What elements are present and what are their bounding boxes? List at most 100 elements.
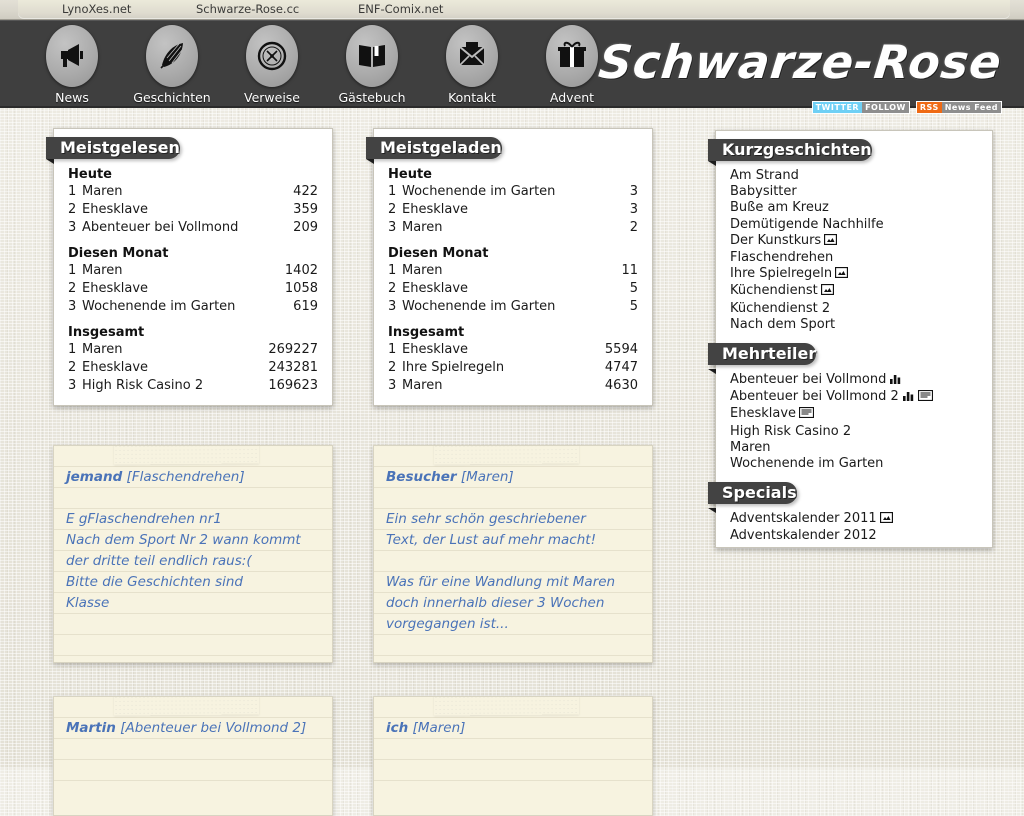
nav-label-news: News: [55, 90, 89, 105]
stat-name[interactable]: Maren: [82, 183, 293, 201]
stat-name[interactable]: Maren: [82, 341, 268, 359]
stat-row[interactable]: 3 Wochenende im Garten 5: [388, 298, 638, 316]
rss-badge-label: RSS: [916, 102, 942, 113]
stat-name[interactable]: Maren: [402, 377, 605, 395]
stat-row[interactable]: 3 Wochenende im Garten 619: [68, 298, 318, 316]
list-item-label: Flaschendrehen: [730, 250, 834, 266]
list-item[interactable]: Ehesklave: [730, 406, 978, 423]
nav-item-verweise[interactable]: Verweise: [222, 25, 322, 105]
stat-name[interactable]: Wochenende im Garten: [82, 298, 293, 316]
nav-item-geschichten[interactable]: Geschichten: [122, 25, 222, 105]
panel-meistgelesen: Meistgelesen Heute 1 Maren 422 2 Eheskla…: [46, 128, 333, 406]
tape-decoration: [113, 446, 260, 465]
stat-name[interactable]: Ehesklave: [82, 280, 285, 298]
comment-author: jemand: [66, 469, 123, 485]
list-item[interactable]: Adventskalender 2011: [730, 511, 978, 528]
comment-box-2: Besucher [Maren] Ein sehr schön geschrie…: [373, 445, 653, 663]
stat-row[interactable]: 1 Maren 1402: [68, 262, 318, 280]
stat-row[interactable]: 2 Ihre Spielregeln 4747: [388, 359, 638, 377]
text-document-icon: [798, 407, 815, 423]
top-link-enf-comix[interactable]: ENF-Comix.net: [358, 2, 443, 16]
stat-group-label: Heute: [68, 167, 112, 182]
comment-spacer: [374, 551, 652, 572]
list-item[interactable]: Küchendienst 2: [730, 301, 978, 317]
nav-item-news[interactable]: News: [22, 25, 122, 105]
comment-spacer: [374, 635, 652, 656]
stat-name[interactable]: Maren: [402, 219, 630, 237]
list-item-label: Abenteuer bei Vollmond 2: [730, 389, 899, 405]
stat-name[interactable]: Ehesklave: [82, 359, 268, 377]
list-item[interactable]: Ihre Spielregeln: [730, 266, 978, 283]
stat-row[interactable]: 1 Maren 11: [388, 262, 638, 280]
stat-row[interactable]: 2 Ehesklave 5: [388, 280, 638, 298]
list-item[interactable]: Wochenende im Garten: [730, 456, 978, 472]
stat-name[interactable]: Ehesklave: [402, 201, 630, 219]
panel-body-meistgelesen: Heute 1 Maren 422 2 Ehesklave 359 3 Aben…: [54, 159, 332, 405]
stat-name[interactable]: Ehesklave: [402, 280, 630, 298]
stat-value: 3: [629, 184, 638, 199]
open-book-icon: [346, 25, 398, 87]
stat-rank: 2: [388, 281, 397, 296]
stat-rank: 2: [68, 281, 77, 296]
list-item[interactable]: High Risk Casino 2: [730, 424, 978, 440]
list-item[interactable]: Küchendienst: [730, 283, 978, 300]
stat-rank: 1: [388, 184, 397, 199]
stat-value: 359: [293, 202, 318, 217]
stat-row[interactable]: 2 Ehesklave 3: [388, 201, 638, 219]
stat-row[interactable]: 3 Maren 4630: [388, 377, 638, 395]
list-item[interactable]: Maren: [730, 440, 978, 456]
twitter-follow-badge[interactable]: TWITTER FOLLOW: [811, 101, 910, 114]
stat-rank: 3: [68, 299, 77, 314]
list-item[interactable]: Flaschendrehen: [730, 250, 978, 266]
comment-author-line[interactable]: Martin [Abenteuer bei Vollmond 2]: [54, 718, 332, 739]
compass-icon: [246, 25, 298, 87]
panel-title-meistgeladen: Meistgeladen: [366, 137, 502, 159]
list-item[interactable]: Demütigende Nachhilfe: [730, 217, 978, 233]
follow-badge-label: FOLLOW: [862, 102, 909, 113]
picture-icon: [835, 267, 849, 283]
list-item[interactable]: Abenteuer bei Vollmond 2: [730, 389, 978, 406]
top-link-schwarze-rose[interactable]: Schwarze-Rose.cc: [196, 2, 299, 16]
stat-name[interactable]: Wochenende im Garten: [402, 183, 630, 201]
stat-row[interactable]: 1 Wochenende im Garten 3: [388, 183, 638, 201]
rss-newsfeed-badge[interactable]: RSS News Feed: [915, 101, 1002, 114]
stat-row[interactable]: 1 Ehesklave 5594: [388, 341, 638, 359]
list-item[interactable]: Abenteuer bei Vollmond: [730, 372, 978, 389]
list-item[interactable]: Babysitter: [730, 184, 978, 200]
stat-group-diesen-monat: Diesen Monat 1 Maren 11 2 Ehesklave 5 3 …: [388, 246, 638, 316]
comment-text-line: der dritte teil endlich raus:(: [54, 551, 332, 572]
nav-item-gaestebuch[interactable]: Gästebuch: [322, 25, 422, 105]
list-item[interactable]: Adventskalender 2012: [730, 528, 978, 544]
comment-author-line[interactable]: jemand [Flaschendrehen]: [54, 467, 332, 488]
stat-rank: 2: [388, 202, 397, 217]
main-navigation: News Geschichten Verweise Gästebuch Kont…: [22, 25, 622, 105]
stat-group-insgesamt: Insgesamt 1 Ehesklave 5594 2 Ihre Spielr…: [388, 325, 638, 395]
stat-row[interactable]: 3 Maren 2: [388, 219, 638, 237]
stat-name[interactable]: Ihre Spielregeln: [402, 359, 605, 377]
comment-author-line[interactable]: ich [Maren]: [374, 718, 652, 739]
stat-row[interactable]: 2 Ehesklave 1058: [68, 280, 318, 298]
stat-name[interactable]: Maren: [82, 262, 285, 280]
comment-author-line[interactable]: Besucher [Maren]: [374, 467, 652, 488]
stat-row[interactable]: 3 High Risk Casino 2 169623: [68, 377, 318, 395]
stat-row[interactable]: 2 Ehesklave 243281: [68, 359, 318, 377]
stat-row[interactable]: 1 Maren 422: [68, 183, 318, 201]
stat-row[interactable]: 3 Abenteuer bei Vollmond 209: [68, 219, 318, 237]
list-item[interactable]: Der Kunstkurs: [730, 233, 978, 250]
list-item[interactable]: Nach dem Sport: [730, 317, 978, 333]
stat-name[interactable]: Ehesklave: [402, 341, 605, 359]
stat-name[interactable]: Wochenende im Garten: [402, 298, 630, 316]
comment-text-line: Bitte die Geschichten sind: [54, 572, 332, 593]
stat-rank: 1: [388, 263, 397, 278]
stat-row[interactable]: 2 Ehesklave 359: [68, 201, 318, 219]
list-item[interactable]: Am Strand: [730, 168, 978, 184]
stat-name[interactable]: Maren: [402, 262, 621, 280]
stat-row[interactable]: 1 Maren 269227: [68, 341, 318, 359]
stat-name[interactable]: Ehesklave: [82, 201, 293, 219]
top-link-lynoxes[interactable]: LynoXes.net: [62, 2, 131, 16]
stat-name[interactable]: High Risk Casino 2: [82, 377, 268, 395]
stat-name[interactable]: Abenteuer bei Vollmond: [82, 219, 293, 237]
feather-quill-icon: [146, 25, 198, 87]
nav-item-kontakt[interactable]: Kontakt: [422, 25, 522, 105]
list-item[interactable]: Buße am Kreuz: [730, 200, 978, 216]
